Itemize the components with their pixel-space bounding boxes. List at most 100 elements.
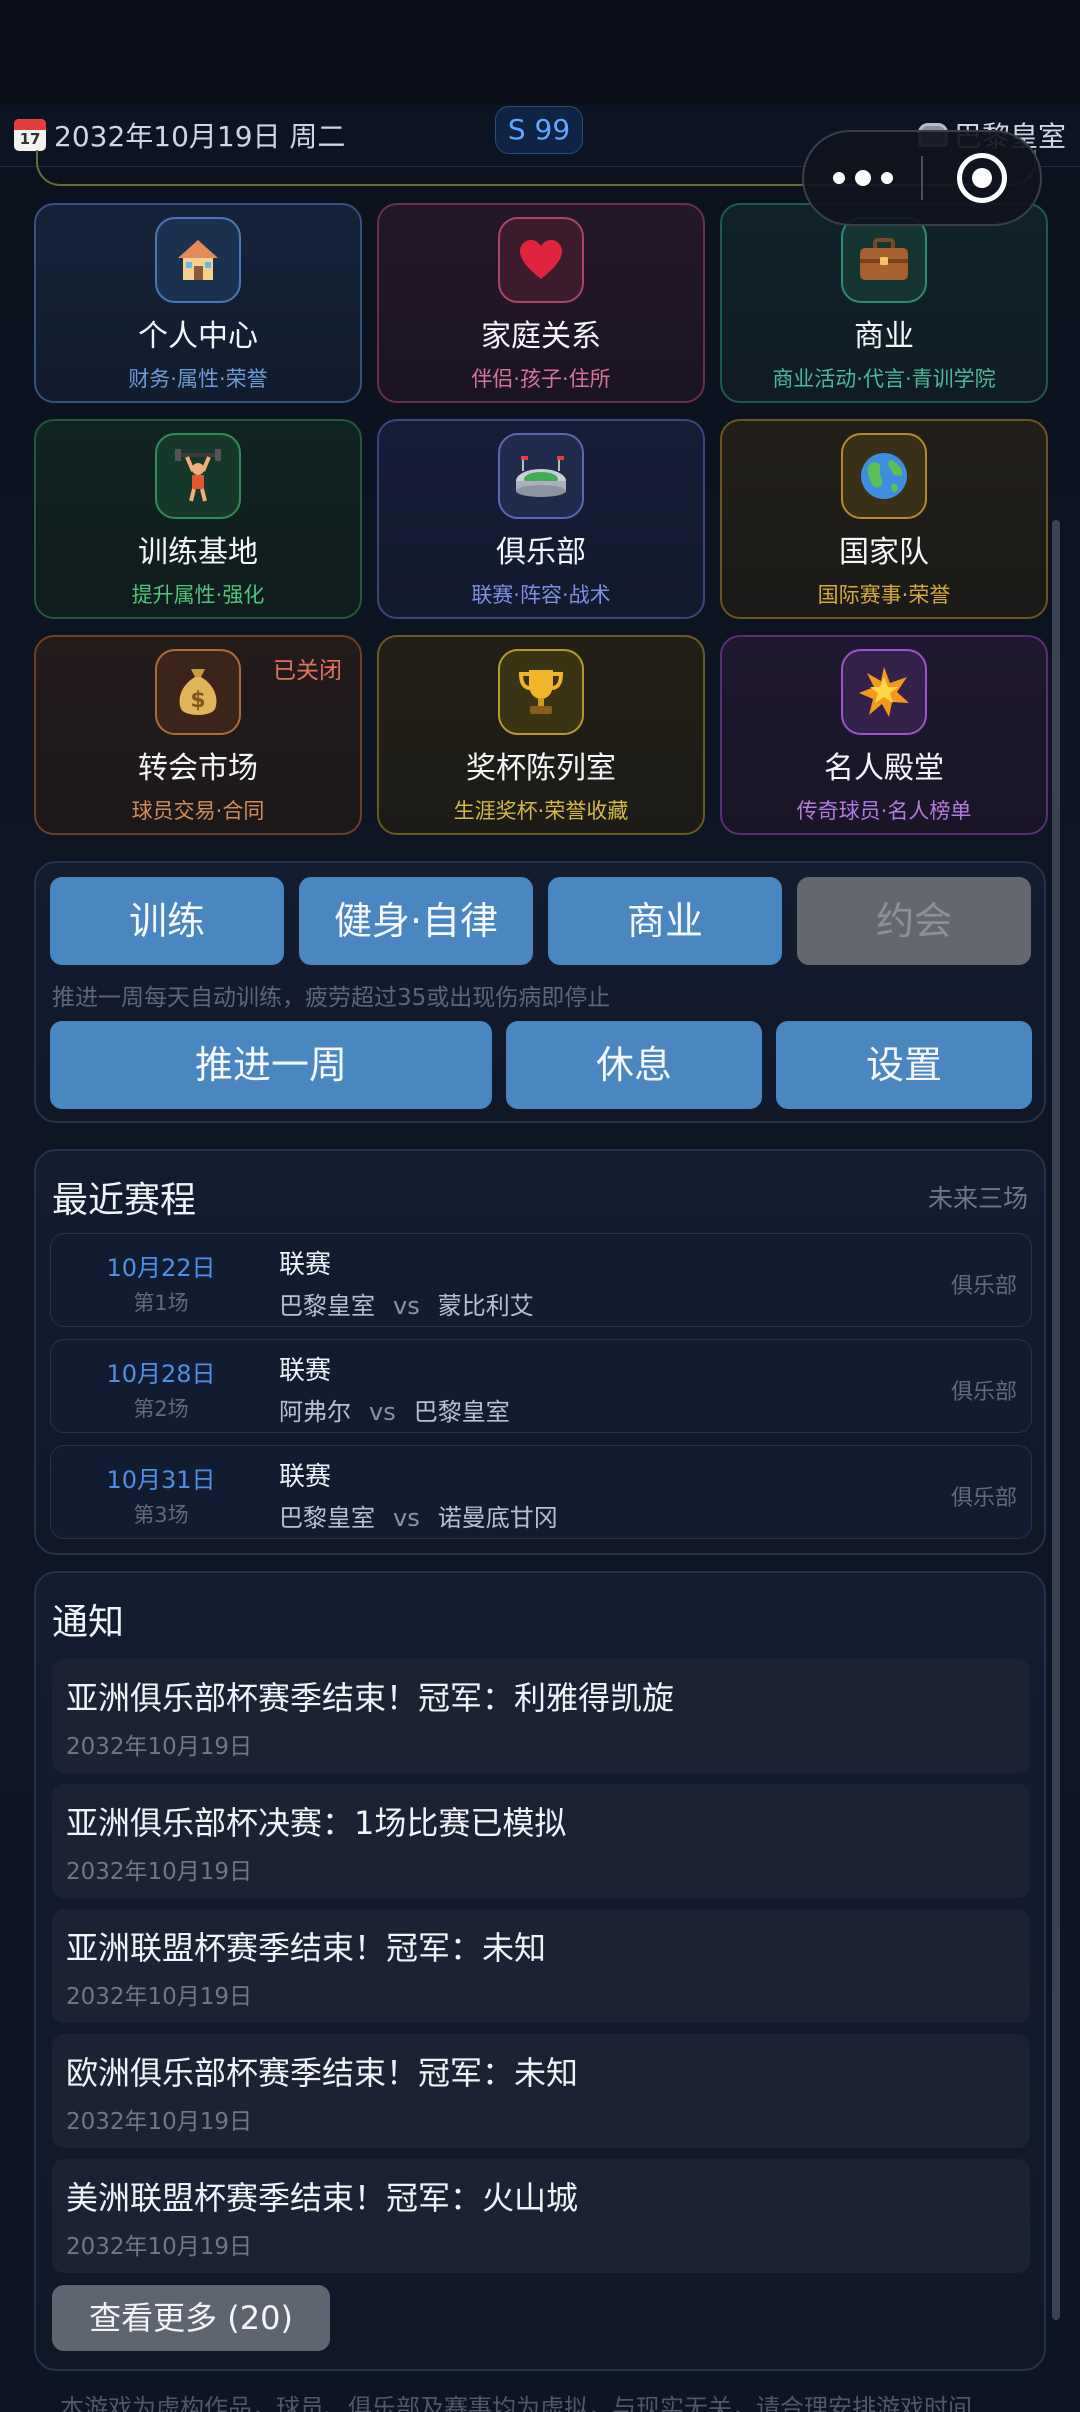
feature-title: 商业 <box>854 319 914 354</box>
match-date: 10月31日 <box>106 1466 216 1494</box>
vs-label: vs <box>393 1292 420 1320</box>
notice-text: 亚洲俱乐部杯赛季结束！冠军：利雅得凯旋 <box>66 1679 675 1717</box>
scrollbar[interactable] <box>1052 520 1060 2320</box>
advance-week-button[interactable]: 推进一周 <box>50 1021 492 1109</box>
notice-item[interactable]: 亚洲联盟杯赛季结束！冠军：未知 2032年10月19日 <box>52 1909 1030 2023</box>
train-button[interactable]: 训练 <box>50 877 284 965</box>
match-teams: 巴黎皇室 vs 诺曼底甘冈 <box>279 1498 558 1533</box>
settings-button[interactable]: 设置 <box>776 1021 1032 1109</box>
schedule-panel: 最近赛程 未来三场 10月22日 第1场 联赛 巴黎皇室 vs 蒙比利艾 俱乐部 1… <box>34 1149 1046 1555</box>
current-date: 2032年10月19日 周二 <box>54 120 346 153</box>
notice-item[interactable]: 美洲联盟杯赛季结束！冠军：火山城 2032年10月19日 <box>52 2159 1030 2273</box>
feature-subtitle: 联赛·阵容·战术 <box>471 583 611 607</box>
match-row[interactable]: 10月22日 第1场 联赛 巴黎皇室 vs 蒙比利艾 俱乐部 <box>50 1233 1032 1327</box>
feature-card-national-team[interactable]: 国家队 国际赛事·荣誉 <box>720 419 1048 619</box>
status-bar <box>0 0 1080 105</box>
feature-card-club[interactable]: 俱乐部 联赛·阵容·战术 <box>377 419 705 619</box>
feature-card-personal[interactable]: 个人中心 财务·属性·荣誉 <box>34 203 362 403</box>
feature-subtitle: 伴侣·孩子·住所 <box>471 367 611 391</box>
feature-subtitle: 传奇球员·名人榜单 <box>796 799 972 823</box>
match-competition: 联赛 <box>279 1250 332 1280</box>
star-burst-icon <box>841 649 927 735</box>
home-team: 巴黎皇室 <box>279 1504 375 1532</box>
feature-card-family[interactable]: 家庭关系 伴侣·孩子·住所 <box>377 203 705 403</box>
feature-card-training[interactable]: 训练基地 提升属性·强化 <box>34 419 362 619</box>
svg-text:$: $ <box>190 688 205 713</box>
vs-label: vs <box>369 1398 396 1426</box>
notice-date: 2032年10月19日 <box>66 1859 253 1885</box>
close-target-icon[interactable] <box>923 153 1040 203</box>
advance-hint: 推进一周每天自动训练，疲劳超过35或出现伤病即停止 <box>52 985 611 1011</box>
notice-date: 2032年10月19日 <box>66 1984 253 2010</box>
feature-title: 家庭关系 <box>481 319 601 354</box>
home-team: 巴黎皇室 <box>279 1292 375 1320</box>
notice-text: 欧洲俱乐部杯赛季结束！冠军：未知 <box>66 2054 579 2092</box>
feature-subtitle: 生涯奖杯·荣誉收藏 <box>453 799 629 823</box>
feature-subtitle: 提升属性·强化 <box>131 583 265 607</box>
match-tag: 俱乐部 <box>950 1486 1017 1511</box>
match-competition: 联赛 <box>279 1462 332 1492</box>
view-more-button[interactable]: 查看更多 (20) <box>52 2285 330 2351</box>
notice-item[interactable]: 欧洲俱乐部杯赛季结束！冠军：未知 2032年10月19日 <box>52 2034 1030 2148</box>
match-tag: 俱乐部 <box>950 1380 1017 1405</box>
away-team: 蒙比利艾 <box>437 1292 534 1320</box>
briefcase-icon <box>841 217 927 303</box>
business-button[interactable]: 商业 <box>548 877 782 965</box>
money-bag-icon: $ <box>155 649 241 735</box>
feature-title: 名人殿堂 <box>824 751 944 786</box>
notice-text: 美洲联盟杯赛季结束！冠军：火山城 <box>66 2179 579 2217</box>
season-badge: S 99 <box>495 106 583 154</box>
disclaimer-text: 本游戏为虚构作品，球员、俱乐部及赛事均为虚拟，与现实无关，请合理安排游戏时间 <box>60 2394 972 2412</box>
fitness-button[interactable]: 健身·自律 <box>299 877 533 965</box>
feature-title: 个人中心 <box>138 319 258 354</box>
notices-panel: 通知 亚洲俱乐部杯赛季结束！冠军：利雅得凯旋 2032年10月19日 亚洲俱乐部… <box>34 1571 1046 2371</box>
feature-title: 国家队 <box>839 535 929 570</box>
notice-item[interactable]: 亚洲俱乐部杯赛季结束！冠军：利雅得凯旋 2032年10月19日 <box>52 1659 1030 1773</box>
feature-card-business[interactable]: 商业 商业活动·代言·青训学院 <box>720 203 1048 403</box>
notice-date: 2032年10月19日 <box>66 2234 253 2260</box>
closed-badge: 已关闭 <box>273 658 342 684</box>
feature-subtitle: 国际赛事·荣誉 <box>817 583 951 607</box>
match-round: 第3场 <box>133 1503 189 1527</box>
schedule-note: 未来三场 <box>927 1184 1028 1213</box>
weightlifter-icon <box>155 433 241 519</box>
feature-subtitle: 球员交易·合同 <box>131 799 265 823</box>
feature-card-transfer-market[interactable]: $ 已关闭 转会市场 球员交易·合同 <box>34 635 362 835</box>
dating-button[interactable]: 约会 <box>797 877 1031 965</box>
feature-subtitle: 财务·属性·荣誉 <box>128 367 268 391</box>
house-icon <box>155 217 241 303</box>
feature-title: 俱乐部 <box>496 535 586 570</box>
date-display: 17 2032年10月19日 周二 <box>14 115 345 155</box>
app-screen: { "header": { "calendar_icon_day": "17",… <box>0 0 1080 2412</box>
feature-title: 奖杯陈列室 <box>466 751 616 786</box>
match-competition: 联赛 <box>279 1356 332 1386</box>
feature-subtitle: 商业活动·代言·青训学院 <box>772 367 996 391</box>
match-date: 10月28日 <box>106 1360 216 1388</box>
feature-card-trophy-room[interactable]: 奖杯陈列室 生涯奖杯·荣誉收藏 <box>377 635 705 835</box>
match-date: 10月22日 <box>106 1254 216 1282</box>
capsule-menu <box>802 130 1042 226</box>
stadium-icon <box>498 433 584 519</box>
calendar-icon: 17 <box>14 119 46 151</box>
feature-card-hall-of-fame[interactable]: 名人殿堂 传奇球员·名人榜单 <box>720 635 1048 835</box>
away-team: 巴黎皇室 <box>413 1398 510 1426</box>
vs-label: vs <box>393 1504 420 1532</box>
match-row[interactable]: 10月31日 第3场 联赛 巴黎皇室 vs 诺曼底甘冈 俱乐部 <box>50 1445 1032 1539</box>
match-tag: 俱乐部 <box>950 1274 1017 1299</box>
rest-button[interactable]: 休息 <box>506 1021 762 1109</box>
home-team: 阿弗尔 <box>279 1398 351 1426</box>
match-round: 第2场 <box>133 1397 189 1421</box>
notices-title: 通知 <box>52 1602 125 1643</box>
notice-text: 亚洲联盟杯赛季结束！冠军：未知 <box>66 1929 547 1967</box>
match-teams: 阿弗尔 vs 巴黎皇室 <box>279 1392 510 1427</box>
notice-date: 2032年10月19日 <box>66 1734 253 1760</box>
more-options-icon[interactable] <box>804 132 921 224</box>
match-row[interactable]: 10月28日 第2场 联赛 阿弗尔 vs 巴黎皇室 俱乐部 <box>50 1339 1032 1433</box>
trophy-icon <box>498 649 584 735</box>
notice-item[interactable]: 亚洲俱乐部杯决赛：1场比赛已模拟 2032年10月19日 <box>52 1784 1030 1898</box>
schedule-title: 最近赛程 <box>52 1180 197 1221</box>
globe-icon <box>841 433 927 519</box>
heart-icon <box>498 217 584 303</box>
feature-title: 转会市场 <box>138 751 258 786</box>
notice-date: 2032年10月19日 <box>66 2109 253 2135</box>
